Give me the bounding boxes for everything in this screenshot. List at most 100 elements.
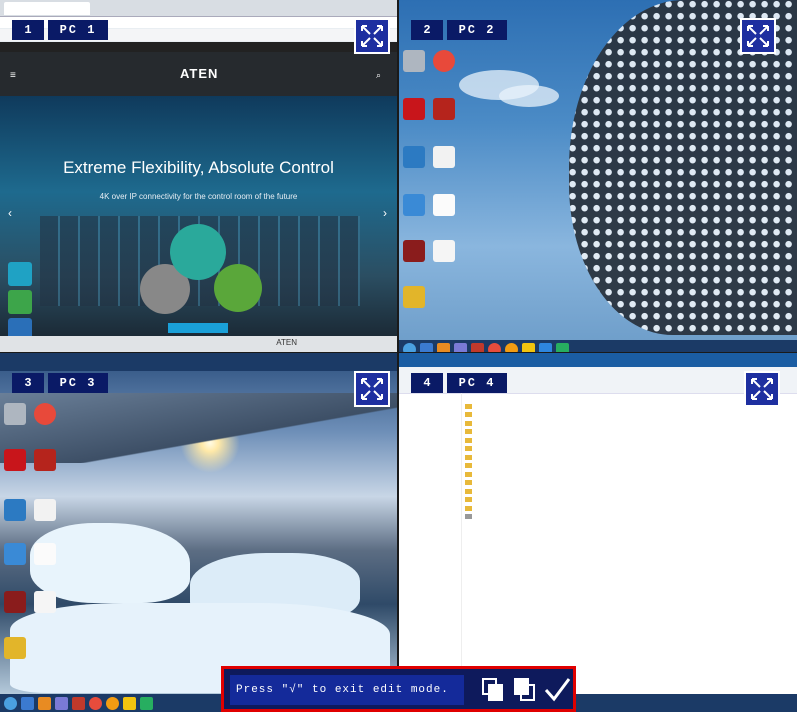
pc1-screen[interactable]: ≡ ATEN ⌕ Extreme Flexibility, Absolute C… [0, 0, 397, 352]
taskbar-app-icon[interactable] [72, 696, 85, 710]
file-row[interactable] [465, 470, 791, 479]
carousel-next-icon[interactable]: › [383, 206, 387, 220]
bring-to-front-icon [482, 678, 503, 701]
send-to-back-icon [514, 678, 535, 701]
learn-more-button[interactable] [168, 323, 228, 333]
folder-icon [465, 446, 472, 452]
recycle-bin-icon[interactable] [4, 403, 26, 425]
file-row[interactable] [465, 504, 791, 513]
acrobat-icon[interactable] [4, 449, 26, 471]
chrome-taskbar-icon[interactable] [89, 696, 102, 710]
file-row[interactable] [465, 487, 791, 496]
app-icon[interactable] [4, 499, 26, 521]
folder-icon[interactable] [4, 637, 26, 659]
taskbar-app-icon[interactable] [454, 342, 467, 352]
app-icon[interactable] [403, 194, 425, 216]
side-icon-2[interactable] [8, 290, 32, 314]
taskbar-app-icon[interactable] [420, 342, 433, 352]
pc3-expand-button[interactable] [354, 371, 390, 407]
pc3-top-taskbar [0, 353, 397, 371]
folder-icon [465, 480, 472, 486]
menu-icon[interactable]: ≡ [10, 70, 16, 81]
bring-to-front-button[interactable] [478, 675, 508, 705]
taskbar-app-icon[interactable] [55, 696, 68, 710]
pc3-screen[interactable]: 3 PC 3 [0, 353, 397, 712]
browser-tabbar [0, 0, 397, 17]
hero-subtitle: 4K over IP connectivity for the control … [99, 192, 298, 201]
file-row[interactable] [465, 513, 791, 522]
file-row[interactable] [465, 462, 791, 471]
file-icon[interactable] [433, 240, 455, 262]
taskbar-app-icon[interactable] [437, 342, 450, 352]
filezilla-icon[interactable] [433, 98, 455, 120]
recycle-bin-icon[interactable] [403, 50, 425, 72]
chrome-icon[interactable] [34, 403, 56, 425]
expand-icon [361, 25, 383, 47]
taskbar-app-icon[interactable] [140, 696, 153, 710]
taskbar-app-icon[interactable] [38, 696, 51, 710]
pc1-number: 1 [12, 20, 44, 40]
app-icon[interactable] [4, 591, 26, 613]
firefox-taskbar-icon[interactable] [505, 342, 518, 352]
nav-item[interactable] [399, 393, 461, 405]
site-logo[interactable]: ATEN [180, 66, 218, 81]
pc2-screen[interactable]: 2 PC 2 [399, 0, 797, 352]
pc1-label: 1 PC 1 [12, 20, 108, 40]
taskbar-app-icon[interactable] [556, 342, 569, 352]
hero-banner: Extreme Flexibility, Absolute Control 4K… [0, 96, 397, 342]
file-row[interactable] [465, 419, 791, 428]
file-icon[interactable] [34, 499, 56, 521]
file-icon[interactable] [433, 146, 455, 168]
app-icon[interactable] [403, 240, 425, 262]
folder-taskbar-icon[interactable] [522, 342, 535, 352]
pc2-label: 2 PC 2 [411, 20, 507, 40]
acrobat-icon[interactable] [403, 98, 425, 120]
nav-item[interactable] [399, 405, 461, 417]
confirm-exit-edit-button[interactable] [542, 675, 572, 705]
pc2-taskbar [399, 340, 797, 352]
file-row[interactable] [465, 411, 791, 420]
carousel-prev-icon[interactable]: ‹ [8, 206, 12, 220]
folder-taskbar-icon[interactable] [123, 696, 136, 710]
product-circle [170, 224, 226, 280]
nav-item[interactable] [399, 417, 461, 429]
app-icon[interactable] [4, 543, 26, 565]
taskbar-app-icon[interactable] [471, 342, 484, 352]
pc2-expand-button[interactable] [740, 18, 776, 54]
filezilla-icon[interactable] [34, 449, 56, 471]
file-row[interactable] [465, 428, 791, 437]
pc4-label: 4 PC 4 [411, 373, 507, 393]
start-icon[interactable] [4, 696, 17, 710]
chrome-icon[interactable] [433, 50, 455, 72]
file-row[interactable] [465, 402, 791, 411]
folder-icon [465, 437, 472, 443]
file-row[interactable] [465, 479, 791, 488]
pc4-screen[interactable]: 4 PC 4 [399, 353, 797, 712]
taskbar-app-icon[interactable] [539, 342, 552, 352]
chrome-taskbar-icon[interactable] [488, 342, 501, 352]
file-row[interactable] [465, 496, 791, 505]
file-row[interactable] [465, 445, 791, 454]
app-icon[interactable] [403, 146, 425, 168]
folder-icon[interactable] [403, 286, 425, 308]
browser-tab[interactable] [4, 2, 90, 15]
file-row[interactable] [465, 436, 791, 445]
taskbar-app-icon[interactable] [21, 696, 34, 710]
expand-icon [747, 25, 769, 47]
folder-icon [465, 463, 472, 469]
folder-icon [465, 488, 472, 494]
pdf-file-icon[interactable] [34, 543, 56, 565]
folder-icon [465, 429, 472, 435]
firefox-taskbar-icon[interactable] [106, 696, 119, 710]
side-icon-1[interactable] [8, 262, 32, 286]
file-icon[interactable] [34, 591, 56, 613]
start-icon[interactable] [403, 342, 416, 352]
pdf-file-icon[interactable] [433, 194, 455, 216]
pc1-expand-button[interactable] [354, 18, 390, 54]
file-row[interactable] [465, 453, 791, 462]
search-icon[interactable]: ⌕ [376, 70, 381, 81]
pc3-label: 3 PC 3 [12, 373, 108, 393]
pc2-name: PC 2 [447, 20, 507, 40]
pc4-expand-button[interactable] [744, 371, 780, 407]
send-to-back-button[interactable] [510, 675, 540, 705]
